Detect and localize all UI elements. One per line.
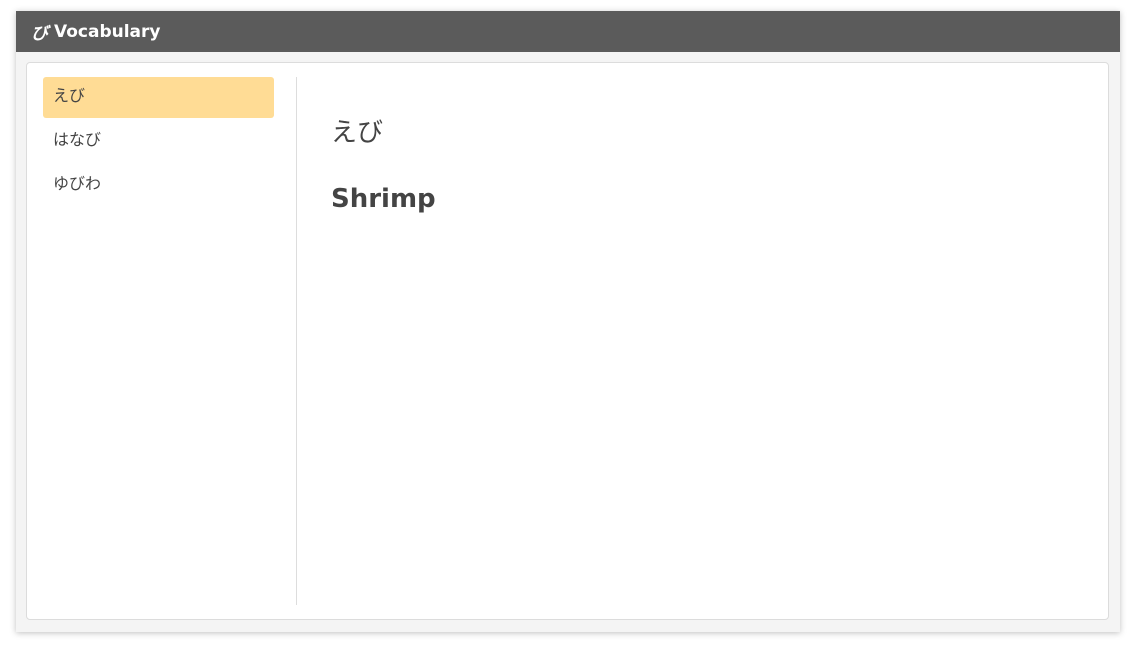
word-list: えび はなび ゆびわ (43, 77, 274, 605)
panel-divider (296, 77, 297, 605)
word-list-item-yubiwa[interactable]: ゆびわ (43, 165, 274, 206)
app-title: Vocabulary (54, 21, 161, 42)
detail-meaning: Shrimp (331, 184, 436, 214)
word-detail: えび Shrimp (331, 113, 1088, 217)
title-bar: び Vocabulary (16, 11, 1120, 52)
app-logo-icon: び (31, 24, 48, 44)
app-window: び Vocabulary えび はなび ゆびわ えび Shrimp (16, 11, 1120, 632)
word-list-item-ebi[interactable]: えび (43, 77, 274, 118)
detail-kana: えび (331, 118, 384, 148)
word-list-item-hanabi[interactable]: はなび (43, 121, 274, 162)
main-card: えび はなび ゆびわ えび Shrimp (26, 62, 1109, 620)
